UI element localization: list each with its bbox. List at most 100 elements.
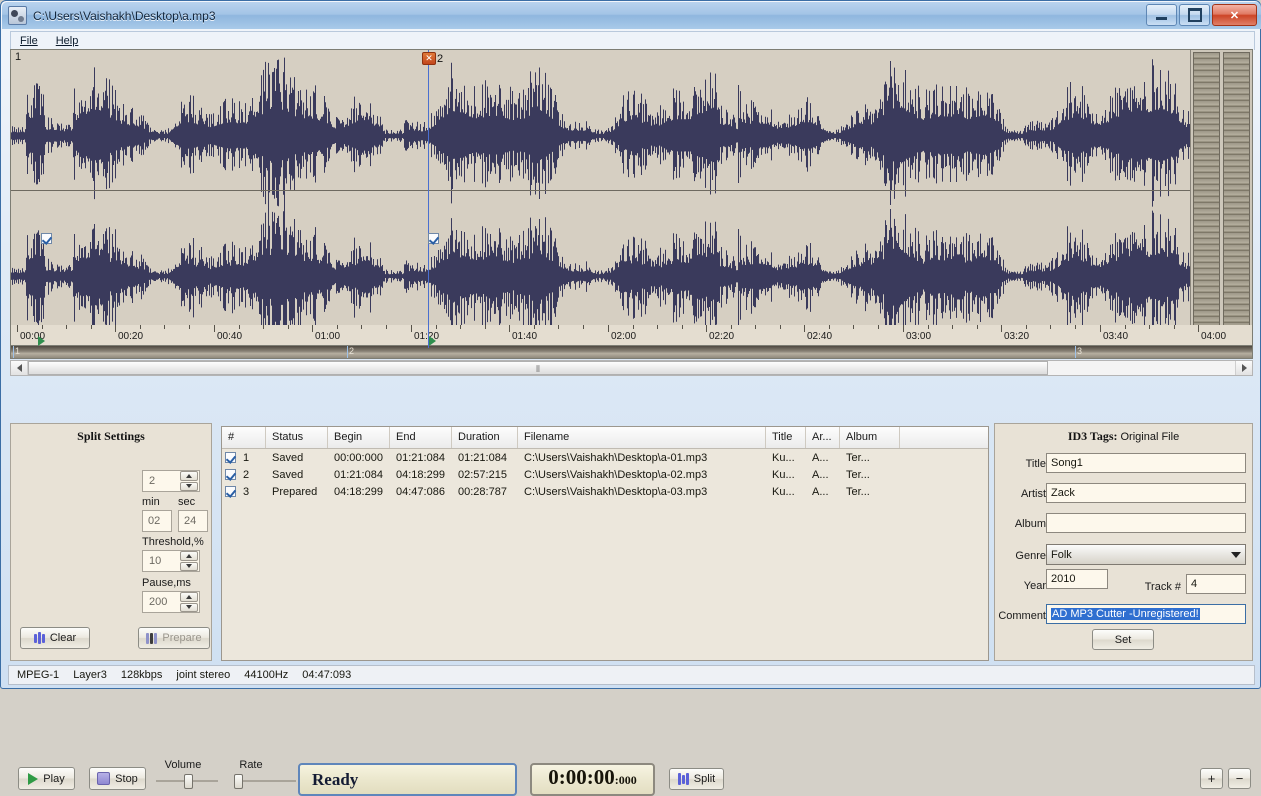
ruler-tick-major — [312, 325, 313, 332]
waveform-panel[interactable]: 1 ✕ 2 — [10, 49, 1253, 349]
min-label: min — [142, 496, 160, 508]
sec-field[interactable]: 24 — [178, 510, 208, 532]
id3-artist-field[interactable]: Zack — [1046, 483, 1246, 503]
pause-stepper-arrows[interactable] — [180, 592, 199, 612]
id3-title-field[interactable]: Song1 — [1046, 453, 1246, 473]
pieces-increment-button[interactable] — [180, 471, 198, 481]
table-row[interactable]: 1 Saved 00:00:000 01:21:084 01:21:084 C:\User… — [222, 449, 988, 466]
id3-track-field[interactable]: 4 — [1186, 574, 1246, 594]
pieces-stepper[interactable]: 2 — [142, 470, 200, 492]
clear-button[interactable]: Clear — [20, 627, 90, 649]
table-row[interactable]: 2 Saved 01:21:084 04:18:299 02:57:215 C:\User… — [222, 466, 988, 483]
pause-value: 200 — [149, 596, 168, 608]
ruler-tick-label: 03:40 — [1103, 331, 1129, 342]
split-file-list[interactable]: # Status Begin End Duration Filename Title Ar..… — [221, 426, 989, 661]
id3-year-field[interactable]: 2010 — [1046, 569, 1108, 589]
prepare-button-label: Prepare — [162, 632, 202, 644]
minimize-button[interactable] — [1146, 4, 1177, 26]
menu-item-file[interactable]: File — [11, 33, 47, 49]
scroll-right-button[interactable] — [1235, 361, 1252, 375]
close-button[interactable]: ✕ — [1212, 4, 1257, 26]
overview-marker[interactable] — [347, 346, 348, 358]
overview-marker[interactable] — [1075, 346, 1076, 358]
pieces-stepper-arrows[interactable] — [180, 471, 199, 491]
play-button[interactable]: Play — [18, 767, 75, 790]
overview-marker-label: 3 — [1077, 346, 1083, 356]
menu-bar: File Help — [10, 31, 1255, 50]
close-icon[interactable]: ✕ — [422, 52, 436, 65]
column-header[interactable]: # — [222, 427, 266, 448]
threshold-increment-button[interactable] — [180, 551, 198, 561]
min-field[interactable]: 02 — [142, 510, 172, 532]
zoom-in-button[interactable]: + — [1200, 768, 1223, 789]
menu-item-help[interactable]: Help — [47, 33, 88, 49]
file-list-body[interactable]: 1 Saved 00:00:000 01:21:084 01:21:084 C:\User… — [222, 449, 988, 500]
id3-panel-title: ID3 Tags: Original File — [995, 429, 1252, 444]
split-marker-label: 2 — [437, 52, 444, 65]
column-header[interactable]: Begin — [328, 427, 390, 448]
rate-slider-thumb[interactable] — [234, 774, 243, 789]
column-header[interactable]: Filename — [518, 427, 766, 448]
row-checkbox[interactable] — [225, 469, 236, 480]
scroll-left-button[interactable] — [11, 361, 28, 375]
volume-slider-thumb[interactable] — [184, 774, 193, 789]
cell-title: Ku... — [772, 451, 795, 464]
pause-decrement-button[interactable] — [180, 602, 198, 612]
status-layer: Layer3 — [73, 669, 107, 681]
ruler-tick-major — [509, 325, 510, 332]
split-button[interactable]: Split — [669, 768, 724, 790]
prepare-button[interactable]: Prepare — [138, 627, 210, 649]
column-header[interactable]: Title — [766, 427, 806, 448]
id3-album-field[interactable] — [1046, 513, 1246, 533]
rate-slider[interactable] — [234, 774, 296, 789]
split-marker-flag[interactable]: ✕ 2 — [422, 52, 443, 65]
channel-checkbox-marker[interactable] — [428, 233, 439, 244]
horizontal-scrollbar[interactable]: ⦀ — [10, 360, 1253, 376]
scrollbar-thumb[interactable]: ⦀ — [28, 361, 1048, 375]
prepare-icon — [146, 632, 158, 644]
overview-bar[interactable]: 1 2 3 — [10, 345, 1253, 359]
channel-checkbox-left[interactable] — [41, 233, 52, 244]
pause-label: Pause,ms — [142, 577, 191, 589]
id3-genre-select[interactable]: Folk — [1046, 544, 1246, 565]
threshold-stepper[interactable]: 10 — [142, 550, 200, 572]
ruler-tick-minor — [1075, 325, 1076, 329]
pieces-decrement-button[interactable] — [180, 481, 198, 491]
threshold-decrement-button[interactable] — [180, 561, 198, 571]
column-header[interactable]: Ar... — [806, 427, 840, 448]
overview-marker-label: 1 — [15, 346, 21, 356]
status-display: Ready — [298, 763, 517, 796]
ruler-tick-minor — [657, 325, 658, 329]
ruler-tick-minor — [977, 325, 978, 329]
stop-button[interactable]: Stop — [89, 767, 146, 790]
set-button[interactable]: Set — [1092, 629, 1154, 650]
overview-marker[interactable] — [13, 346, 14, 358]
pause-increment-button[interactable] — [180, 592, 198, 602]
table-row[interactable]: 3 Prepared 04:18:299 04:47:086 00:28:787 C:\U… — [222, 483, 988, 500]
volume-slider[interactable] — [156, 774, 218, 789]
scrollbar-track[interactable]: ⦀ — [28, 361, 1235, 375]
maximize-button[interactable] — [1179, 4, 1210, 26]
pause-stepper[interactable]: 200 — [142, 591, 200, 613]
column-header[interactable]: Status — [266, 427, 328, 448]
row-number: 1 — [243, 451, 250, 464]
menu-item-help-label: Help — [55, 35, 79, 47]
threshold-stepper-arrows[interactable] — [180, 551, 199, 571]
ruler-tick-label: 02:00 — [611, 331, 637, 342]
column-header[interactable]: Duration — [452, 427, 518, 448]
id3-comment-field[interactable]: AD MP3 Cutter -Unregistered! — [1046, 604, 1246, 624]
zoom-out-button[interactable]: − — [1228, 768, 1251, 789]
row-checkbox[interactable] — [225, 452, 236, 463]
ruler-tick-minor — [731, 325, 732, 329]
waveform-canvas[interactable] — [11, 50, 1192, 348]
status-bitrate: 128kbps — [120, 669, 163, 681]
maximize-icon — [1187, 8, 1202, 22]
time-ruler[interactable]: 00:00 00:20 00:40 01:00 01:20 01:40 02:00 02:20… — [10, 325, 1253, 345]
cell-filename: C:\Users\Vaishakh\Desktop\a-01.mp3 — [524, 451, 708, 464]
column-header[interactable]: End — [390, 427, 452, 448]
file-list-header: # Status Begin End Duration Filename Title Ar..… — [222, 427, 988, 449]
ruler-tick-minor — [952, 325, 953, 329]
column-header[interactable]: Album — [840, 427, 900, 448]
cell-filename: C:\Users\Vaishakh\Desktop\a-03.mp3 — [524, 485, 708, 498]
row-checkbox[interactable] — [225, 486, 236, 497]
